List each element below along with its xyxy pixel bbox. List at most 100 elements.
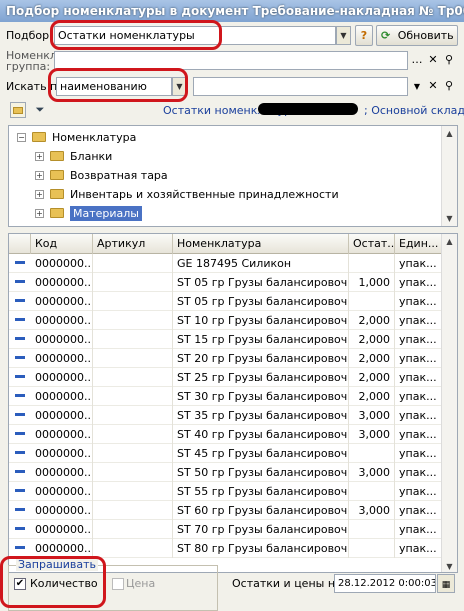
cell-qty: 1,000 (349, 273, 395, 292)
column-header-article[interactable]: Артикул (93, 234, 173, 254)
expand-icon[interactable]: + (35, 189, 44, 199)
cell-unit: упак... (395, 273, 443, 292)
cell-unit: упак... (395, 539, 443, 558)
filter-button[interactable]: ⏷ (32, 102, 48, 118)
toolbar-tree-button[interactable] (10, 102, 26, 118)
table-row[interactable]: 0000000... ST 25 гр Грузы балансировоч...… (9, 368, 443, 387)
table-row[interactable]: 0000000... ST 35 гр Грузы балансировоч...… (9, 406, 443, 425)
table-row[interactable]: 0000000... ST 20 гр Грузы балансировоч...… (9, 349, 443, 368)
nomgroup-select-button[interactable]: … (409, 51, 425, 70)
table-row[interactable]: 0000000... ST 45 гр Грузы балансировоч...… (9, 444, 443, 463)
nomenclature-tree[interactable]: − Номенклатура + Бланки + Возвратная тара +… (8, 125, 458, 227)
search-find-button[interactable]: ⚲ (441, 77, 457, 96)
table-row[interactable]: 0000000... ST 70 гр Грузы балансировоч...… (9, 520, 443, 539)
cell-qty: 3,000 (349, 501, 395, 520)
tree-item-inventory[interactable]: + Инвентарь и хозяйственные принадлежност… (35, 185, 339, 204)
tree-item-materials[interactable]: + Материалы (35, 204, 142, 223)
cell-name: ST 45 гр Грузы балансировоч... (173, 444, 349, 463)
help-button[interactable]: ? (355, 25, 373, 46)
nomgroup-search-button[interactable]: ⚲ (441, 51, 457, 70)
tree-item-blanki[interactable]: + Бланки (35, 147, 112, 166)
info-right: ; Основной склад (364, 104, 464, 117)
cell-article (93, 463, 173, 482)
scroll-down-icon[interactable]: ▼ (442, 559, 457, 572)
cell-unit: упак... (395, 311, 443, 330)
cell-name: ST 05 гр Грузы балансировоч... (173, 292, 349, 311)
cell-code: 0000000... (31, 387, 93, 406)
tree-item-returnable[interactable]: + Возвратная тара (35, 166, 168, 185)
table-row[interactable]: 0000000... ST 60 гр Грузы балансировоч...… (9, 501, 443, 520)
cell-code: 0000000... (31, 254, 93, 273)
prices-datetime-field[interactable]: 28.12.2012 0:00:03 (334, 574, 436, 593)
cell-article (93, 425, 173, 444)
scroll-up-icon[interactable]: ▲ (442, 126, 457, 141)
calendar-button[interactable]: ▦ (437, 574, 455, 593)
table-row[interactable]: 0000000... ST 55 гр Грузы балансировоч...… (9, 482, 443, 501)
item-icon (15, 489, 25, 492)
cell-code: 0000000... (31, 273, 93, 292)
expand-icon[interactable]: + (35, 170, 44, 180)
folder-icon (32, 132, 46, 142)
qty-label: Количество (30, 577, 98, 590)
cell-code: 0000000... (31, 349, 93, 368)
item-icon (15, 318, 25, 321)
table-row[interactable]: 0000000... ST 30 гр Грузы балансировоч...… (9, 387, 443, 406)
tree-item-root[interactable]: − Номенклатура (17, 128, 136, 147)
table-row[interactable]: 0000000... ST 05 гр Грузы балансировоч...… (9, 273, 443, 292)
refresh-button[interactable]: ⟳ Обновить (376, 25, 458, 46)
cell-name: GE 187495 Силикон (173, 254, 349, 273)
column-header-name[interactable]: Номенклатура (173, 234, 349, 254)
expand-icon[interactable]: + (35, 208, 44, 218)
item-icon (15, 470, 25, 473)
search-query-input[interactable] (193, 77, 408, 96)
nomgroup-clear-button[interactable]: ✕ (425, 51, 441, 70)
cell-unit: упак... (395, 425, 443, 444)
nomenclature-table[interactable]: Код Артикул Номенклатура Остат... Един..… (8, 233, 458, 573)
table-header: Код Артикул Номенклатура Остат... Един..… (9, 234, 443, 254)
table-row[interactable]: 0000000... ST 40 гр Грузы балансировоч...… (9, 425, 443, 444)
item-icon (15, 546, 25, 549)
column-header-qty[interactable]: Остат... (349, 234, 395, 254)
item-icon (15, 299, 25, 302)
search-mode-dropdown[interactable]: ▼ (172, 77, 187, 96)
cell-unit: упак... (395, 463, 443, 482)
cell-qty (349, 254, 395, 273)
cell-unit: упак... (395, 387, 443, 406)
column-header-code[interactable]: Код (31, 234, 93, 254)
cell-name: ST 30 гр Грузы балансировоч... (173, 387, 349, 406)
close-icon: ✕ (428, 79, 438, 92)
podbor-dropdown-button[interactable]: ▼ (336, 26, 351, 45)
table-row[interactable]: 0000000... ST 05 гр Грузы балансировоч...… (9, 292, 443, 311)
column-header-unit[interactable]: Един... (395, 234, 443, 254)
expand-icon[interactable]: + (35, 151, 44, 161)
cell-article (93, 254, 173, 273)
search-clear-button[interactable]: ✕ (425, 77, 441, 96)
search-mode-select[interactable]: наименованию (56, 77, 172, 96)
search-history-button[interactable]: ▼ (409, 77, 425, 96)
nomgroup-field[interactable] (54, 51, 408, 70)
table-scrollbar[interactable]: ▲ ▼ (441, 234, 457, 572)
table-row[interactable]: 0000000... ST 10 гр Грузы балансировоч...… (9, 311, 443, 330)
qty-checkbox[interactable]: ✔ (14, 578, 26, 590)
cell-qty (349, 482, 395, 501)
table-row[interactable]: 0000000... ST 80 гр Грузы балансировоч...… (9, 539, 443, 558)
podbor-select[interactable]: Остатки номенклатуры (54, 26, 336, 45)
cell-unit: упак... (395, 406, 443, 425)
cell-unit: упак... (395, 330, 443, 349)
tree-scrollbar[interactable]: ▲ ▼ (441, 126, 457, 226)
cell-name: ST 55 гр Грузы балансировоч... (173, 482, 349, 501)
cell-code: 0000000... (31, 292, 93, 311)
collapse-icon[interactable]: − (17, 132, 26, 142)
table-row[interactable]: 0000000... ST 15 гр Грузы балансировоч...… (9, 330, 443, 349)
column-header-icon (9, 234, 31, 254)
price-checkbox[interactable] (112, 578, 124, 590)
cell-code: 0000000... (31, 501, 93, 520)
filter-icon: ⏷ (35, 103, 45, 116)
cell-qty (349, 520, 395, 539)
scroll-down-icon[interactable]: ▼ (442, 211, 457, 226)
table-row[interactable]: 0000000... ST 50 гр Грузы балансировоч...… (9, 463, 443, 482)
cell-name: ST 60 гр Грузы балансировоч... (173, 501, 349, 520)
checkmark-icon: ✔ (15, 578, 25, 589)
scroll-up-icon[interactable]: ▲ (442, 234, 457, 249)
table-row[interactable]: 0000000... GE 187495 Силикон упак... (9, 254, 443, 273)
